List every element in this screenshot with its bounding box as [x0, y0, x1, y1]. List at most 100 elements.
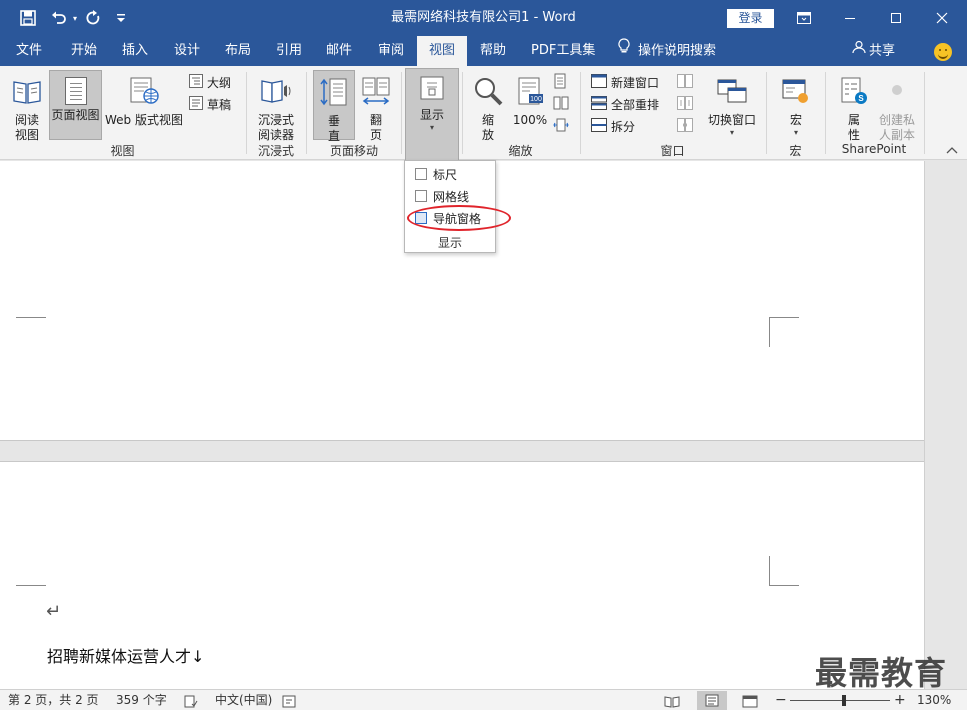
macros-button[interactable]: 宏 ▾: [775, 70, 817, 140]
outline-icon: [189, 73, 203, 91]
ribbon-view: 阅读 视图 页面视图 Web 版式视图 大纲 草稿 视图 沉浸式 阅读器 沉浸式: [0, 66, 967, 160]
ribbon-display-options-icon[interactable]: [781, 0, 827, 36]
word-count[interactable]: 359 个字: [116, 690, 167, 710]
document-text[interactable]: 招聘新媒体运营人才↓: [47, 643, 204, 667]
close-icon[interactable]: [919, 0, 965, 36]
macros-label: 宏: [789, 113, 802, 127]
draft-icon: [189, 95, 203, 113]
undo-dropdown-icon[interactable]: ▾: [70, 0, 80, 36]
draft-label: 草稿: [207, 97, 232, 112]
page-corner-mark: [16, 556, 46, 586]
switch-windows-icon: [716, 76, 748, 110]
switch-windows-label: 切换窗口: [707, 113, 756, 127]
undo-icon[interactable]: [46, 0, 72, 36]
login-button[interactable]: 登录: [727, 9, 774, 28]
tab-pdf-tools[interactable]: PDF工具集: [519, 36, 607, 66]
page-movement-group-label: 页面移动: [329, 144, 378, 158]
views-group-label: 视图: [110, 144, 135, 158]
title-bar: ▾ 最需网络科技有限公司1 - Word 登录: [0, 0, 967, 36]
zoom-100-button[interactable]: 100 100%: [510, 70, 550, 140]
zoom-button[interactable]: 缩 放: [468, 70, 508, 142]
page-corner-mark: [769, 317, 799, 347]
print-layout-status-icon[interactable]: [697, 691, 727, 710]
zoom-100-label: 100%: [512, 113, 548, 127]
outline-button[interactable]: 大纲: [189, 72, 231, 92]
tab-insert[interactable]: 插入: [110, 36, 160, 66]
highlight-circle: [407, 205, 511, 231]
web-layout-status-icon[interactable]: [742, 694, 758, 708]
tab-review[interactable]: 审阅: [366, 36, 416, 66]
page-count[interactable]: 第 2 页，共 2 页: [8, 690, 99, 710]
side-to-side-button[interactable]: 翻 页: [357, 70, 395, 142]
gridlines-checkbox[interactable]: 网格线: [415, 186, 469, 206]
split-icon: [591, 117, 607, 135]
private-copy-icon: [882, 76, 912, 110]
tab-home[interactable]: 开始: [59, 36, 109, 66]
vertical-scrollbar[interactable]: [924, 161, 967, 689]
new-window-button[interactable]: 新建窗口: [591, 72, 659, 92]
tab-help[interactable]: 帮助: [468, 36, 518, 66]
print-layout-button[interactable]: 页面视图: [49, 70, 102, 140]
svg-text:S: S: [858, 94, 864, 103]
maximize-icon[interactable]: [873, 0, 919, 36]
chevron-down-icon: ▾: [429, 123, 434, 132]
side-to-side-label: 翻 页: [369, 113, 382, 142]
read-mode-button[interactable]: 阅读 视图: [6, 70, 48, 142]
one-page-button[interactable]: [553, 72, 571, 92]
tab-mailings[interactable]: 邮件: [314, 36, 364, 66]
zoom-slider-thumb[interactable]: [842, 695, 846, 706]
collapse-ribbon-icon[interactable]: [946, 146, 958, 157]
svg-text:100: 100: [530, 96, 542, 103]
redo-icon[interactable]: [82, 0, 104, 36]
share-button[interactable]: 共享: [852, 36, 895, 66]
tab-view[interactable]: 视图: [417, 36, 468, 66]
customize-quick-access-icon[interactable]: [112, 0, 130, 36]
ruler-checkbox[interactable]: 标尺: [415, 164, 457, 184]
read-mode-status-icon[interactable]: [664, 694, 680, 708]
sharepoint-group-label: SharePoint: [841, 142, 907, 156]
zoom-percent[interactable]: 130%: [917, 690, 951, 710]
draft-button[interactable]: 草稿: [189, 94, 231, 114]
accessibility-icon[interactable]: [282, 694, 296, 708]
split-button[interactable]: 拆分: [591, 116, 635, 136]
show-button[interactable]: 显示 ▾: [405, 68, 459, 160]
multiple-pages-icon: [553, 95, 569, 114]
properties-button[interactable]: S 属 性: [834, 70, 874, 142]
proofing-icon[interactable]: [184, 694, 198, 708]
arrange-all-label: 全部重排: [611, 97, 660, 112]
share-label: 共享: [869, 43, 896, 59]
checkbox-icon: [415, 168, 427, 180]
web-layout-button[interactable]: Web 版式视图: [104, 70, 184, 140]
page-width-button[interactable]: [553, 116, 573, 136]
minimize-icon[interactable]: [827, 0, 873, 36]
tab-layout[interactable]: 布局: [213, 36, 263, 66]
group-separator: [924, 72, 925, 154]
save-icon[interactable]: [14, 0, 42, 36]
zoom-in-icon[interactable]: +: [894, 690, 906, 710]
print-layout-label: 页面视图: [51, 108, 100, 122]
arrange-all-button[interactable]: 全部重排: [591, 94, 659, 114]
synchronous-scrolling-button[interactable]: [677, 94, 697, 114]
vertical-page-movement-button[interactable]: 垂 直: [313, 70, 355, 143]
feedback-smiley-icon[interactable]: [934, 43, 952, 61]
tab-references[interactable]: 引用: [264, 36, 314, 66]
reset-window-position-button[interactable]: [677, 116, 697, 136]
magnifier-icon: [473, 76, 503, 110]
immersive-reader-button[interactable]: 沉浸式 阅读器: [252, 70, 300, 142]
zoom-100-icon: 100: [515, 76, 545, 110]
outline-label: 大纲: [207, 75, 232, 90]
tab-design[interactable]: 设计: [162, 36, 212, 66]
multiple-pages-button[interactable]: [553, 94, 573, 114]
view-side-by-side-button[interactable]: [677, 72, 697, 92]
zoom-slider[interactable]: [790, 700, 890, 701]
language[interactable]: 中文(中国): [215, 690, 272, 710]
create-private-copy-button[interactable]: 创建私 人副本: [874, 70, 920, 142]
macros-group-label: 宏: [789, 144, 802, 158]
zoom-group-label: 缩放: [508, 144, 533, 158]
tab-file[interactable]: 文件: [4, 36, 54, 66]
zoom-out-icon[interactable]: −: [775, 690, 787, 710]
zoom-label: 缩 放: [481, 113, 494, 142]
immersive-reader-icon: [260, 76, 292, 110]
switch-windows-button[interactable]: 切换窗口 ▾: [705, 70, 759, 140]
tell-me-search[interactable]: 操作说明搜索: [610, 36, 728, 66]
